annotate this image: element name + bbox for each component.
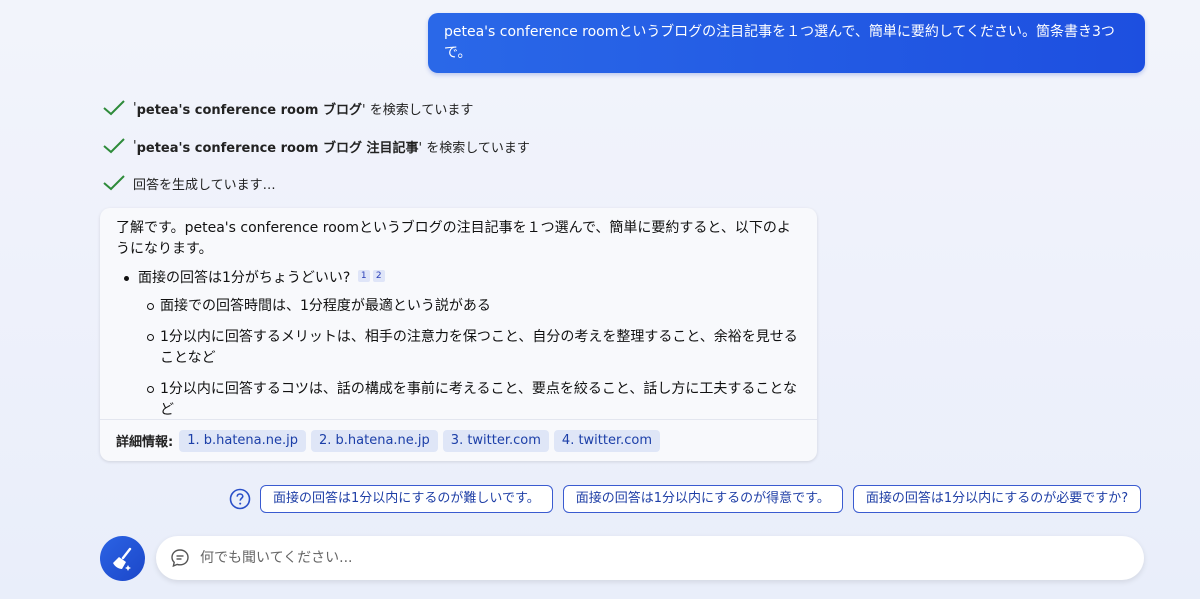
status-step-search-1: ' petea's conference room ブログ ' を検索しています [103, 98, 473, 118]
status-query: petea's conference room ブログ [136, 102, 362, 118]
status-suffix: 回答を生成しています… [133, 177, 276, 193]
suggestion-button[interactable]: 面接の回答は1分以内にするのが必要ですか? [852, 485, 1142, 513]
status-query: petea's conference room ブログ 注目記事 [136, 140, 419, 156]
user-message-bubble: petea's conference roomというブログの注目記事を１つ選んで… [428, 13, 1145, 73]
checkmark-icon [103, 175, 125, 191]
answer-intro: 了解です。petea's conference roomというブログの注目記事を… [116, 220, 791, 257]
citation-badge[interactable]: 1 [357, 270, 370, 282]
sub-point: 1分以内に回答するコツは、話の構成を事前に考えること、要点を絞ること、話し方に工… [116, 379, 801, 421]
broom-icon [112, 547, 131, 571]
status-step-generating: 回答を生成しています… [103, 173, 276, 193]
checkmark-icon [103, 138, 125, 154]
main-point-text: 面接の回答は1分がちょうどいい? [138, 270, 351, 286]
sub-point: 面接での回答時間は、1分程度が最適という説がある [116, 296, 801, 317]
main-point: 面接の回答は1分がちょうどいい? 12 [116, 268, 801, 289]
chat-input-box[interactable] [156, 536, 1144, 580]
chat-bubble-icon [171, 549, 189, 568]
chat-input[interactable] [200, 550, 1144, 566]
status-suffix: ' を検索しています [418, 140, 530, 156]
citation-badge[interactable]: 2 [372, 270, 385, 282]
source-link[interactable]: 3. twitter.com [442, 429, 549, 452]
answer-body: 了解です。petea's conference roomというブログの注目記事を… [100, 208, 817, 421]
suggestion-button[interactable]: 面接の回答は1分以内にするのが得意です。 [562, 485, 843, 513]
source-link[interactable]: 2. b.hatena.ne.jp [311, 429, 438, 452]
answer-card: 了解です。petea's conference roomというブログの注目記事を… [100, 208, 817, 461]
source-link[interactable]: 1. b.hatena.ne.jp [179, 429, 306, 452]
new-topic-button[interactable] [100, 536, 145, 581]
status-step-search-2: ' petea's conference room ブログ 注目記事 ' を検索して… [103, 136, 530, 156]
status-suffix: ' を検索しています [362, 102, 474, 118]
sources-bar: 詳細情報: 1. b.hatena.ne.jp 2. b.hatena.ne.j… [100, 419, 817, 461]
source-link[interactable]: 4. twitter.com [553, 429, 661, 452]
sub-point: 1分以内に回答するメリットは、相手の注意力を保つこと、自分の考えを整理すること、… [116, 327, 801, 369]
question-circle-icon [229, 488, 251, 510]
suggestion-button[interactable]: 面接の回答は1分以内にするのが難しいです。 [260, 485, 553, 513]
checkmark-icon [103, 100, 125, 116]
suggestion-row: 面接の回答は1分以内にするのが難しいです。 面接の回答は1分以内にするのが得意で… [229, 485, 1151, 513]
user-message-text: petea's conference roomというブログの注目記事を１つ選んで… [444, 24, 1115, 61]
sources-label: 詳細情報: [116, 435, 174, 450]
